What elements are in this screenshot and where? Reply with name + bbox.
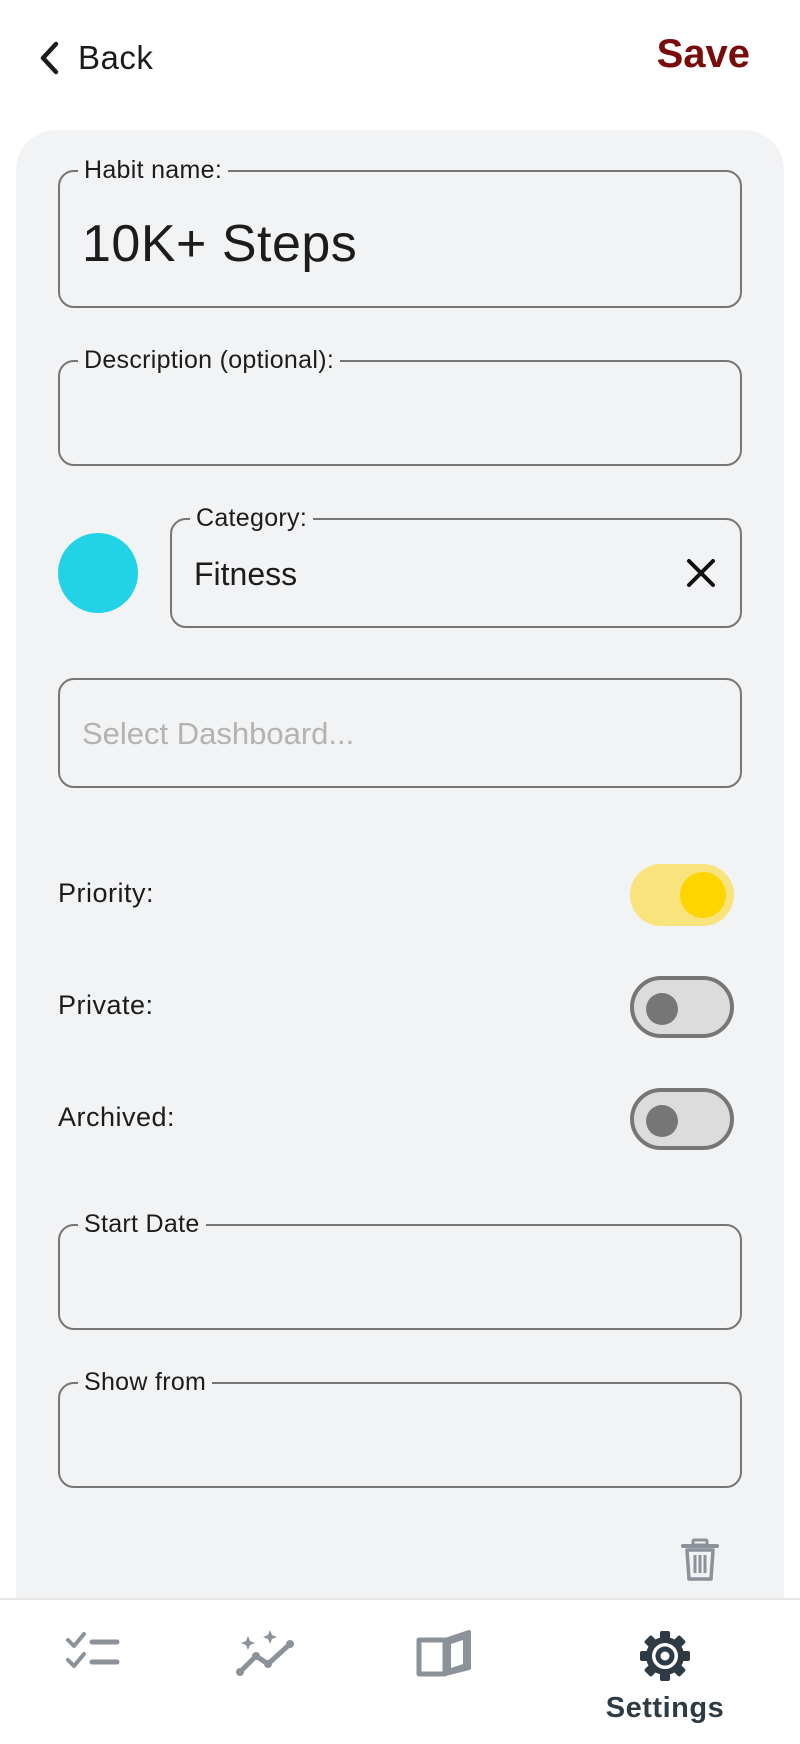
nav-settings-label: Settings [605, 1692, 725, 1724]
nav-stats[interactable] [222, 1600, 312, 1744]
header: Back Save [0, 0, 800, 120]
habit-name-label: Habit name: [78, 156, 229, 185]
nav-settings[interactable]: Settings [590, 1600, 740, 1744]
back-label: Back [78, 39, 154, 76]
priority-toggle[interactable] [630, 864, 734, 926]
dashboard-placeholder: Select Dashboard... [82, 716, 355, 751]
dashboard-select[interactable]: Select Dashboard... [58, 678, 742, 788]
private-label: Private: [58, 990, 154, 1020]
nav-journal[interactable] [400, 1600, 490, 1744]
description-label: Description (optional): [78, 346, 341, 375]
show-from-label: Show from [78, 1368, 213, 1397]
start-date-label: Start Date [78, 1210, 206, 1239]
show-from-field[interactable]: Show from [58, 1368, 742, 1488]
trash-icon[interactable] [680, 1538, 720, 1582]
toggle-knob [646, 993, 678, 1025]
toggle-knob [680, 872, 726, 918]
description-field[interactable]: Description (optional): [58, 346, 742, 466]
gear-icon [640, 1631, 690, 1681]
category-label: Category: [190, 504, 314, 533]
close-icon[interactable] [684, 556, 718, 590]
habit-form-card: Habit name: 10K+ Steps Description (opti… [16, 130, 784, 1630]
category-value: Fitness [194, 556, 298, 592]
archived-toggle[interactable] [630, 1088, 734, 1150]
bottom-nav: Settings [0, 1598, 800, 1744]
journal-book-icon [416, 1630, 471, 1677]
priority-row: Priority: [58, 860, 742, 930]
priority-label: Priority: [58, 878, 155, 908]
private-toggle[interactable] [630, 976, 734, 1038]
toggle-knob [646, 1105, 678, 1137]
habit-name-value: 10K+ Steps [82, 215, 358, 273]
back-button[interactable]: Back [36, 34, 153, 82]
save-button[interactable]: Save [657, 32, 750, 77]
category-field[interactable]: Category: Fitness [170, 504, 742, 628]
archived-label: Archived: [58, 1102, 176, 1132]
tasks-checklist-icon [66, 1632, 120, 1668]
stats-sparkle-chart-icon [236, 1630, 294, 1676]
archived-row: Archived: [58, 1084, 742, 1154]
nav-tasks[interactable] [48, 1600, 138, 1744]
habit-name-field[interactable]: Habit name: 10K+ Steps [58, 156, 742, 308]
chevron-left-icon [40, 41, 59, 75]
category-color-swatch[interactable] [58, 533, 138, 613]
private-row: Private: [58, 972, 742, 1042]
start-date-field[interactable]: Start Date [58, 1210, 742, 1330]
